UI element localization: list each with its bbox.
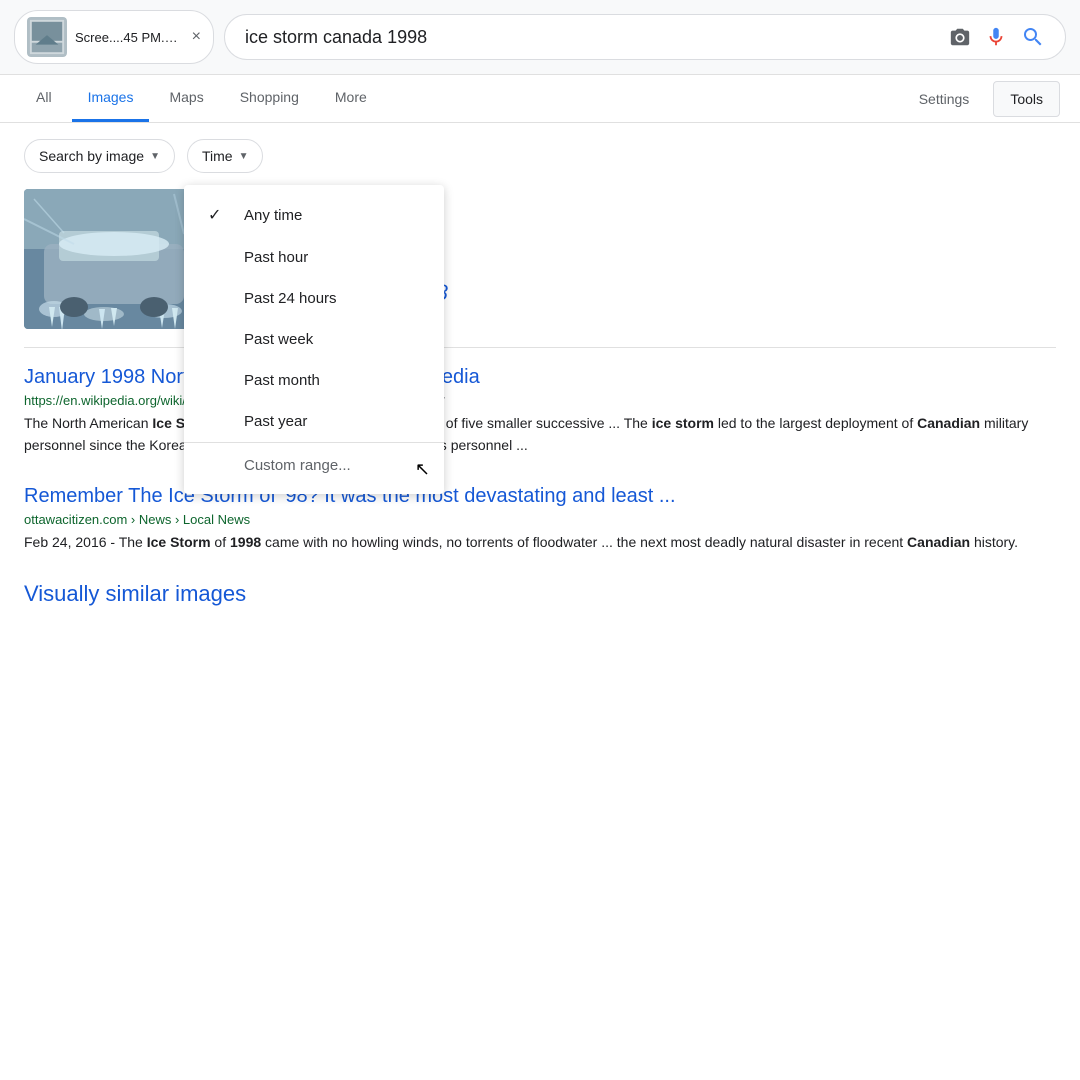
tab-images[interactable]: Images <box>72 75 150 122</box>
bold-canadian-1: Canadian <box>917 415 980 431</box>
camera-search-button[interactable] <box>949 26 971 48</box>
result-2-title[interactable]: Remember The Ice Storm of '98? It was th… <box>24 485 1056 508</box>
dropdown-item-custom-range-label: Custom range... <box>244 457 351 474</box>
result-2-url-text[interactable]: ottawacitizen.com › News › Local News <box>24 512 250 527</box>
nav-right: Settings Tools <box>903 81 1060 117</box>
dropdown-item-past-month-label: Past month <box>244 372 320 389</box>
dropdown-item-past-week-label: Past week <box>244 331 313 348</box>
time-dropdown-menu: ✓ Any time Past hour Past 24 hours Past … <box>184 185 444 494</box>
main-results: Sizes for this image: Medium Best guess … <box>24 189 1056 329</box>
tab-thumbnail <box>27 17 67 57</box>
search-icons <box>949 25 1045 49</box>
bold-ice-storm-3: Ice Storm <box>147 534 211 550</box>
result-1-url: https://en.wikipedia.org/wiki/January_19… <box>24 393 1056 408</box>
result-2-url: ottawacitizen.com › News › Local News <box>24 512 1056 527</box>
tab-label: Scree....45 PM.png <box>75 30 184 45</box>
tab-more[interactable]: More <box>319 75 383 122</box>
dropdown-item-past-hour[interactable]: Past hour <box>184 237 444 278</box>
dropdown-item-past-hour-label: Past hour <box>244 249 308 266</box>
time-filter-label: Time <box>202 148 233 164</box>
image-preview <box>24 189 204 329</box>
tools-button[interactable]: Tools <box>993 81 1060 117</box>
result-2-date: Feb 24, 2016 <box>24 534 107 550</box>
tab-shopping[interactable]: Shopping <box>224 75 315 122</box>
search-submit-button[interactable] <box>1021 25 1045 49</box>
tab-all[interactable]: All <box>20 75 68 122</box>
dropdown-item-past-24-hours-label: Past 24 hours <box>244 290 337 307</box>
result-1-title[interactable]: January 1998 North American ice storm - … <box>24 366 1056 389</box>
cursor-icon: ↖ <box>415 459 430 480</box>
dropdown-item-past-year-label: Past year <box>244 413 307 430</box>
dropdown-item-custom-range[interactable]: Custom range... ↖ <box>184 442 444 486</box>
search-input-box: ice storm canada 1998 <box>224 14 1066 60</box>
result-1-snippet: The North American Ice Storm of 1998 was… <box>24 412 1056 457</box>
result-2-snippet: Feb 24, 2016 - The Ice Storm of 1998 cam… <box>24 531 1056 553</box>
tab-maps[interactable]: Maps <box>153 75 219 122</box>
search-result-1: January 1998 North American ice storm - … <box>24 366 1056 457</box>
search-result-2: Remember The Ice Storm of '98? It was th… <box>24 485 1056 553</box>
dropdown-item-past-week[interactable]: Past week <box>184 319 444 360</box>
dropdown-item-any-time-label: Any time <box>244 207 302 224</box>
search-by-image-label: Search by image <box>39 148 144 164</box>
dropdown-item-past-month[interactable]: Past month <box>184 360 444 401</box>
tab-close-button[interactable]: × <box>192 28 201 46</box>
search-query-text[interactable]: ice storm canada 1998 <box>245 27 937 48</box>
search-bar-container: Scree....45 PM.png × ice storm canada 19… <box>0 0 1080 75</box>
search-icon <box>1021 25 1045 49</box>
dropdown-item-past-24-hours[interactable]: Past 24 hours <box>184 278 444 319</box>
search-by-image-arrow-icon: ▼ <box>150 151 160 162</box>
time-filter-button[interactable]: Time ▼ <box>187 139 264 173</box>
divider-1 <box>24 347 1056 348</box>
time-filter-arrow-icon: ▼ <box>239 151 249 162</box>
settings-button[interactable]: Settings <box>903 81 986 117</box>
bold-ice-storm-2: ice storm <box>652 415 714 431</box>
bold-canadian-3: Canadian <box>907 534 970 550</box>
bold-1998-2: 1998 <box>230 534 261 550</box>
dropdown-item-past-year[interactable]: Past year <box>184 401 444 442</box>
content-area: Search by image ▼ Time ▼ ✓ Any time Past… <box>0 123 1080 623</box>
ice-storm-image <box>24 189 204 329</box>
mic-icon <box>985 26 1007 48</box>
filter-bar: Search by image ▼ Time ▼ ✓ Any time Past… <box>24 139 1056 173</box>
checkmark-icon: ✓ <box>208 205 228 225</box>
nav-tabs: All Images Maps Shopping More Settings T… <box>0 75 1080 123</box>
camera-icon <box>949 26 971 48</box>
dropdown-item-any-time[interactable]: ✓ Any time <box>184 193 444 237</box>
visually-similar-link[interactable]: Visually similar images <box>24 581 1056 607</box>
search-by-image-button[interactable]: Search by image ▼ <box>24 139 175 173</box>
search-tab[interactable]: Scree....45 PM.png × <box>14 10 214 64</box>
voice-search-button[interactable] <box>985 26 1007 48</box>
